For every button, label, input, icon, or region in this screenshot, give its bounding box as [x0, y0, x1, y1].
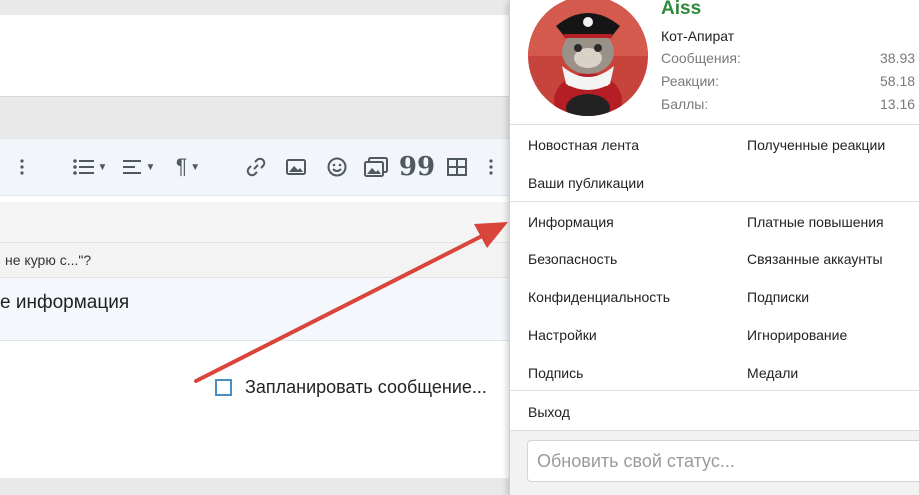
chevron-down-icon: ▼ [190, 161, 201, 173]
menu-link-preferences[interactable]: Настройки [528, 327, 597, 343]
divider [510, 201, 919, 202]
menu-link-ignoring[interactable]: Игнорирование [747, 327, 847, 343]
status-input[interactable] [527, 440, 919, 482]
gallery-icon[interactable] [363, 153, 389, 181]
image-icon[interactable] [284, 153, 308, 181]
schedule-label: Запланировать сообщение... [245, 377, 487, 397]
smiley-icon[interactable] [325, 153, 349, 181]
schedule-checkbox[interactable] [215, 379, 232, 396]
link-icon[interactable] [244, 153, 268, 181]
list-icon[interactable]: ▼ [70, 153, 110, 181]
quote-text: не курю с..."? [5, 252, 92, 268]
quote-icon[interactable]: 99 [399, 152, 435, 182]
menu-link-medals[interactable]: Медали [747, 365, 798, 381]
stat-messages-label: Сообщения: [661, 50, 741, 66]
stat-reactions-value: 58.18 [880, 73, 916, 89]
more-options-icon[interactable] [14, 153, 30, 181]
stat-messages-value: 38.93 [880, 50, 916, 66]
divider [510, 390, 919, 391]
logout-link[interactable]: Выход [528, 404, 570, 420]
menu-link-received-reactions[interactable]: Полученные реакции [747, 137, 885, 153]
menu-link-signature[interactable]: Подпись [528, 365, 583, 381]
table-icon[interactable] [445, 153, 469, 181]
align-icon[interactable]: ▼ [120, 153, 158, 181]
menu-link-paid-upgrades[interactable]: Платные повышения [747, 214, 884, 230]
menu-link-your-posts[interactable]: Ваши публикации [528, 175, 644, 191]
schedule-message-option[interactable]: Запланировать сообщение... [215, 377, 487, 398]
menu-link-information[interactable]: Информация [528, 214, 614, 230]
stat-points-label: Баллы: [661, 96, 709, 112]
chevron-down-icon: ▼ [97, 161, 108, 173]
username[interactable]: Aiss [661, 0, 701, 20]
menu-link-security[interactable]: Безопасность [528, 251, 617, 267]
menu-link-privacy[interactable]: Конфиденциальность [528, 289, 670, 305]
stat-points-value: 13.16 [880, 96, 916, 112]
paragraph-icon[interactable]: ¶ ▼ [170, 153, 206, 181]
menu-link-news-feed[interactable]: Новостная лента [528, 137, 639, 153]
account-menu: Aiss Кот-Апират Сообщения: 38.93 Реакции… [509, 0, 919, 495]
menu-link-connected-accounts[interactable]: Связанные аккаунты [747, 251, 883, 267]
more-options-icon[interactable] [483, 153, 499, 181]
avatar[interactable] [528, 0, 648, 116]
chevron-down-icon: ▼ [145, 161, 156, 173]
user-title: Кот-Апират [661, 28, 735, 44]
stat-reactions-label: Реакции: [661, 73, 719, 89]
menu-link-subscriptions[interactable]: Подписки [747, 289, 809, 305]
divider [510, 124, 919, 125]
info-text: е информация [0, 292, 130, 313]
